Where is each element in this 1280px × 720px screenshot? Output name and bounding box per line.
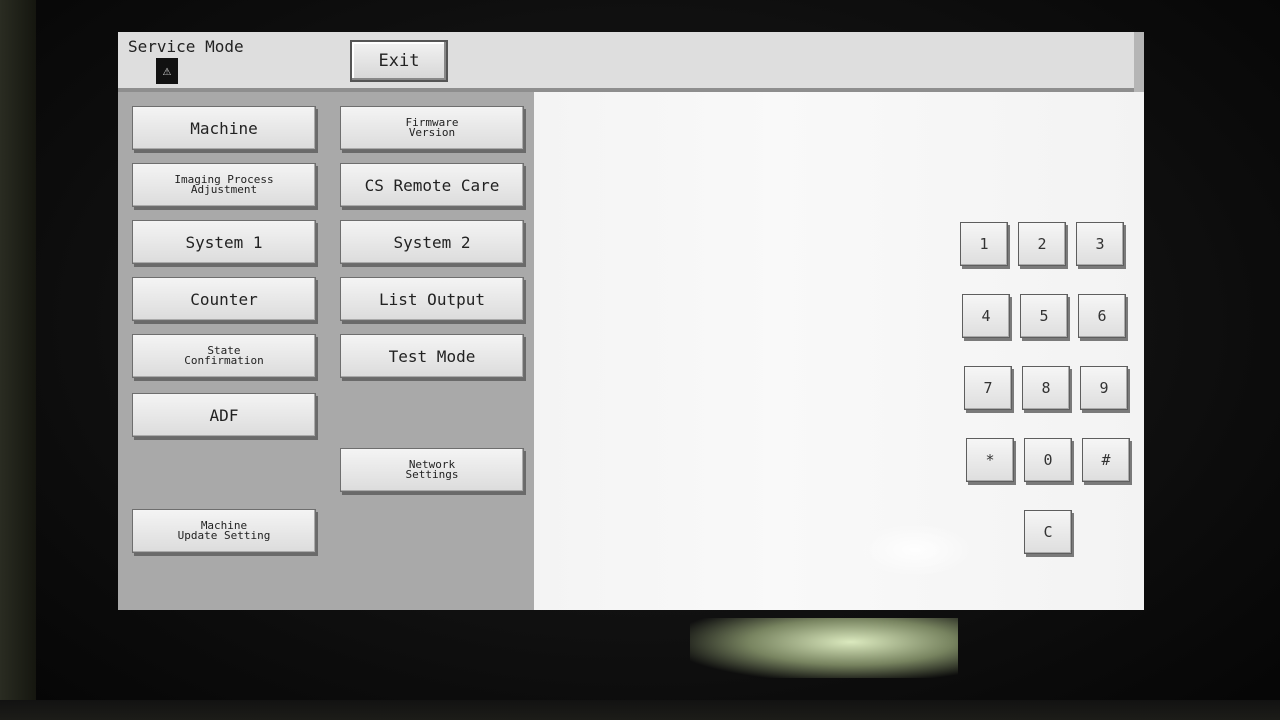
keypad-key-1[interactable]: 1 — [960, 222, 1008, 266]
keypad-key-hash[interactable]: # — [1082, 438, 1130, 482]
keypad-key-8[interactable]: 8 — [1022, 366, 1070, 410]
keypad-clear-button[interactable]: C — [1024, 510, 1072, 554]
keypad-key-4[interactable]: 4 — [962, 294, 1010, 338]
test-mode-button[interactable]: Test Mode — [340, 334, 524, 378]
keypad-key-6[interactable]: 6 — [1078, 294, 1126, 338]
device-bezel-left-edge — [0, 0, 36, 720]
content-area: 1 2 3 4 5 6 7 8 9 * 0 # C — [534, 92, 1144, 610]
keypad-key-9[interactable]: 9 — [1080, 366, 1128, 410]
list-output-button[interactable]: List Output — [340, 277, 524, 321]
touch-screen: Service Mode ⚠ Exit Machine Firmware Ver… — [118, 32, 1144, 610]
keypad-key-5[interactable]: 5 — [1020, 294, 1068, 338]
system-2-button[interactable]: System 2 — [340, 220, 524, 264]
exit-button[interactable]: Exit — [350, 40, 448, 82]
adf-button[interactable]: ADF — [132, 393, 316, 437]
cs-remote-care-button[interactable]: CS Remote Care — [340, 163, 524, 207]
counter-button[interactable]: Counter — [132, 277, 316, 321]
bezel-light-reflection — [690, 618, 958, 678]
keypad-key-0[interactable]: 0 — [1024, 438, 1072, 482]
keypad-key-star[interactable]: * — [966, 438, 1014, 482]
keypad-key-2[interactable]: 2 — [1018, 222, 1066, 266]
warning-icon: ⚠ — [156, 58, 178, 84]
device-bottom-strip — [0, 700, 1280, 720]
keypad-key-7[interactable]: 7 — [964, 366, 1012, 410]
machine-update-setting-button[interactable]: Machine Update Setting — [132, 509, 316, 553]
system-1-button[interactable]: System 1 — [132, 220, 316, 264]
imaging-process-adjustment-button[interactable]: Imaging Process Adjustment — [132, 163, 316, 207]
keypad-key-3[interactable]: 3 — [1076, 222, 1124, 266]
title-bar: Service Mode ⚠ Exit — [118, 32, 1134, 92]
state-confirmation-button[interactable]: State Confirmation — [132, 334, 316, 378]
service-menu-panel: Machine Firmware Version Imaging Process… — [118, 92, 534, 610]
network-settings-button[interactable]: Network Settings — [340, 448, 524, 492]
page-title: Service Mode — [128, 37, 244, 56]
machine-button[interactable]: Machine — [132, 106, 316, 150]
screen-glare-reflection — [860, 525, 970, 575]
firmware-version-button[interactable]: Firmware Version — [340, 106, 524, 150]
